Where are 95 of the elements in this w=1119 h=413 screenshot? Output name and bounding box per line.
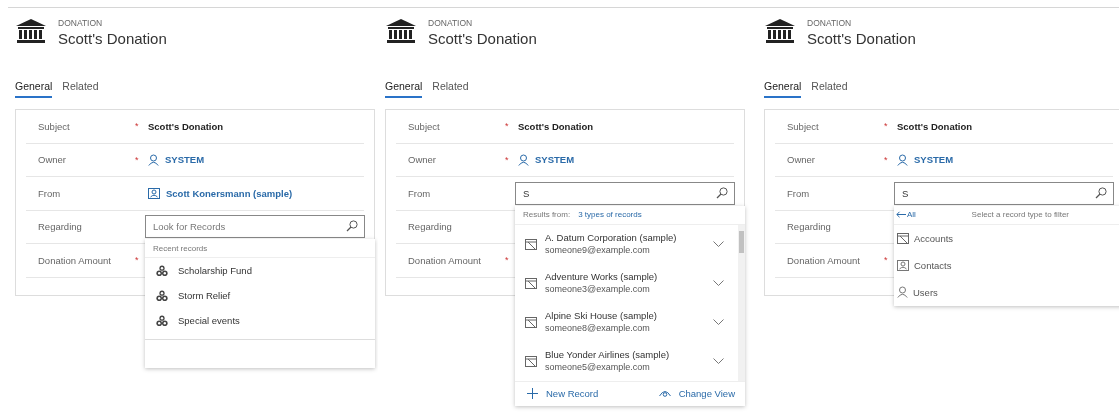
entity-type-label: DONATION [807, 18, 853, 28]
recent-record-item[interactable]: Special events [145, 308, 375, 334]
field-value: Scott's Donation [518, 120, 594, 132]
lookup-search-field[interactable]: S [894, 181, 1114, 205]
field-label: Subject [38, 120, 71, 132]
tab[interactable]: Related [432, 80, 469, 98]
field-value: Scott's Donation [148, 120, 224, 132]
tab[interactable]: Related [62, 80, 99, 98]
field-label: Owner [408, 154, 437, 166]
required-asterisk: * [505, 154, 510, 165]
bank-icon [385, 18, 417, 45]
field-label: Donation Amount [408, 254, 482, 266]
recent-record-item[interactable]: Scholarship Fund [145, 258, 375, 284]
required-asterisk: * [505, 121, 510, 132]
field-label: From [38, 187, 62, 199]
record-type-item[interactable]: Accounts [894, 224, 1119, 252]
required-asterisk: * [884, 255, 889, 266]
required-asterisk: * [884, 121, 889, 132]
field-label: Subject [408, 120, 441, 132]
record-name[interactable]: Adventure Works (sample) [545, 270, 705, 284]
contact-card-icon [148, 187, 160, 200]
tab[interactable]: General [385, 80, 423, 98]
record-types-link[interactable]: 3 types of records [578, 210, 642, 220]
record-title: Scott's Donation [807, 30, 916, 47]
cluster-icon [156, 264, 168, 277]
bank-icon [15, 18, 47, 45]
field-label: Regarding [787, 221, 832, 233]
account-icon [897, 232, 909, 245]
required-asterisk: * [135, 255, 140, 266]
field-label: Owner [38, 154, 67, 166]
record-name[interactable]: A. Datum Corporation (sample) [545, 231, 705, 245]
user-icon [518, 153, 529, 166]
required-asterisk: * [505, 255, 510, 266]
field-label: Donation Amount [787, 254, 861, 266]
lookup-link[interactable]: Scott Konersmann (sample) [148, 187, 293, 200]
filter-hint: Select a record type to filter [971, 210, 1069, 220]
record-type-item[interactable]: Users [894, 278, 1119, 306]
plus-icon [527, 388, 538, 400]
cluster-icon [156, 314, 168, 327]
field-label: From [408, 187, 432, 199]
account-icon [525, 316, 537, 329]
contact-card-icon [897, 259, 909, 272]
record-type-item[interactable]: Contacts [894, 251, 1119, 279]
search-icon[interactable] [716, 186, 728, 199]
chevron-down-icon[interactable] [713, 318, 724, 326]
lookup-link[interactable]: SYSTEM [897, 153, 954, 166]
record-email: someone9@example.com [545, 244, 651, 258]
record-email: someone5@example.com [545, 361, 651, 375]
field-label: Regarding [408, 221, 453, 233]
recent-record-item[interactable]: Storm Relief [145, 283, 375, 309]
section-heading: Recent records [153, 243, 208, 253]
chevron-down-icon[interactable] [713, 357, 724, 365]
search-icon[interactable] [1095, 186, 1107, 199]
search-icon[interactable] [346, 220, 358, 233]
cluster-icon [156, 289, 168, 302]
eye-icon [658, 389, 671, 399]
field-label: Subject [787, 120, 820, 132]
lookup-search-field[interactable]: Look for Records [145, 215, 365, 239]
field-label: Regarding [38, 221, 83, 233]
user-icon [897, 286, 908, 299]
lookup-link[interactable]: SYSTEM [148, 153, 205, 166]
required-asterisk: * [884, 154, 889, 165]
change-view-link[interactable]: Change View [658, 388, 735, 400]
record-name[interactable]: Blue Yonder Airlines (sample) [545, 348, 705, 362]
account-icon [525, 238, 537, 251]
user-icon [897, 153, 908, 166]
chevron-down-icon[interactable] [713, 279, 724, 287]
field-label: From [787, 187, 811, 199]
required-asterisk: * [135, 154, 140, 165]
bank-icon [764, 18, 796, 45]
field-label: Donation Amount [38, 254, 112, 266]
tab[interactable]: Related [811, 80, 848, 98]
results-label: Results from: [523, 210, 571, 220]
new-record-link[interactable]: New Record [527, 388, 599, 400]
tab[interactable]: General [15, 80, 53, 98]
back-link[interactable]: All [896, 210, 916, 220]
chevron-down-icon[interactable] [713, 240, 724, 248]
account-icon [525, 277, 537, 290]
entity-type-label: DONATION [428, 18, 474, 28]
record-name[interactable]: Alpine Ski House (sample) [545, 309, 705, 323]
lookup-link[interactable]: SYSTEM [518, 153, 575, 166]
required-asterisk: * [135, 121, 140, 132]
account-icon [525, 355, 537, 368]
record-email: someone8@example.com [545, 322, 651, 336]
field-value: Scott's Donation [897, 120, 973, 132]
field-label: Owner [787, 154, 816, 166]
back-arrow-icon [896, 211, 906, 219]
record-title: Scott's Donation [428, 30, 537, 47]
tab[interactable]: General [764, 80, 802, 98]
entity-type-label: DONATION [58, 18, 104, 28]
record-email: someone3@example.com [545, 283, 651, 297]
record-title: Scott's Donation [58, 30, 167, 47]
user-icon [148, 153, 159, 166]
lookup-search-field[interactable]: S [515, 181, 735, 205]
scrollbar[interactable] [738, 224, 745, 381]
